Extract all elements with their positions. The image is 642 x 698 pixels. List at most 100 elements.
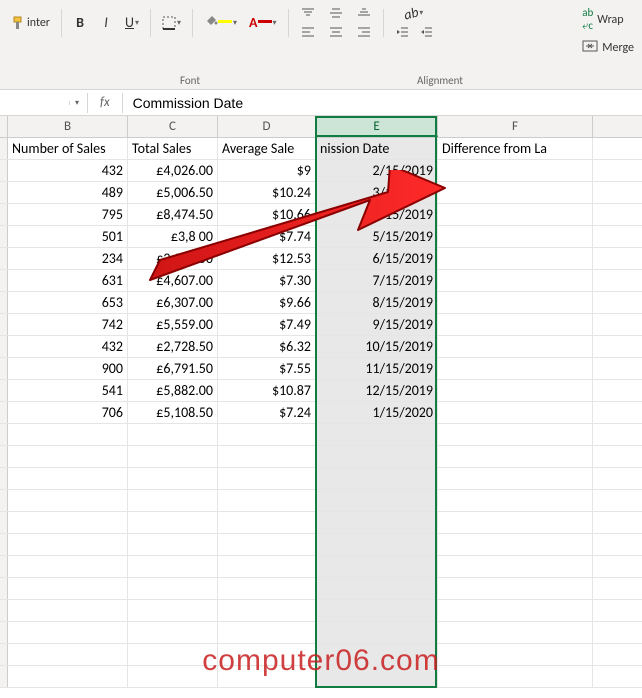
cell[interactable] [438,380,593,401]
cell[interactable]: $7.74 [218,226,316,247]
cell[interactable] [8,600,128,621]
row-header[interactable] [0,490,8,511]
cell[interactable] [438,182,593,203]
row-header[interactable] [0,226,8,247]
cell[interactable] [218,556,316,577]
cell[interactable]: 234 [8,248,128,269]
cell[interactable] [438,204,593,225]
cell[interactable]: 5/15/2019 [316,226,438,247]
cell[interactable] [438,292,593,313]
cell[interactable]: £6,307.00 [128,292,218,313]
cell[interactable]: 432 [8,336,128,357]
cell[interactable] [128,534,218,555]
cell[interactable] [438,622,593,643]
cell[interactable] [128,666,218,687]
cell[interactable] [128,512,218,533]
cell[interactable] [316,512,438,533]
cell[interactable] [316,424,438,445]
cell[interactable]: $6.32 [218,336,316,357]
cell[interactable] [8,446,128,467]
increase-indent-button[interactable] [414,23,438,41]
cell[interactable] [438,534,593,555]
cell[interactable] [8,534,128,555]
cell[interactable]: nission Date [316,138,438,159]
name-box[interactable] [0,101,70,105]
orientation-button[interactable]: ab▾ [390,4,438,22]
cell[interactable] [316,446,438,467]
cell[interactable] [438,512,593,533]
cell[interactable] [316,578,438,599]
cell[interactable] [128,622,218,643]
bold-button[interactable]: B [68,11,92,35]
cell[interactable] [128,600,218,621]
cell[interactable]: $7.49 [218,314,316,335]
cell[interactable]: Average Sale [218,138,316,159]
row-header[interactable] [0,358,8,379]
cell[interactable] [438,468,593,489]
cell[interactable]: $7.24 [218,402,316,423]
column-header-B[interactable]: B [8,116,128,137]
cell[interactable]: Total Sales [128,138,218,159]
format-painter-button[interactable]: inter [6,11,55,35]
cell[interactable] [128,446,218,467]
cell[interactable] [438,490,593,511]
cell[interactable] [438,578,593,599]
cell[interactable] [218,424,316,445]
cell[interactable]: $10.87 [218,380,316,401]
cell[interactable] [218,534,316,555]
cell[interactable] [316,534,438,555]
cell[interactable] [316,490,438,511]
cell[interactable] [438,666,593,687]
cell[interactable]: £4,607.00 [128,270,218,291]
cell[interactable]: 12/15/2019 [316,380,438,401]
cell[interactable] [8,424,128,445]
row-header[interactable] [0,424,8,445]
row-header[interactable] [0,314,8,335]
cell[interactable]: 795 [8,204,128,225]
cell[interactable]: 501 [8,226,128,247]
align-right-button[interactable] [351,23,377,41]
cell[interactable]: $10.66 [218,204,316,225]
cell[interactable]: 6/15/2019 [316,248,438,269]
row-header[interactable] [0,248,8,269]
cell[interactable] [128,468,218,489]
cell[interactable] [438,248,593,269]
row-header[interactable] [0,270,8,291]
cell[interactable] [128,644,218,665]
cell[interactable]: £5,006.50 [128,182,218,203]
cell[interactable] [218,468,316,489]
underline-button[interactable]: U▾ [120,11,144,35]
cell[interactable] [8,490,128,511]
cell[interactable]: $9 [218,160,316,181]
cell[interactable]: 489 [8,182,128,203]
align-left-button[interactable] [295,23,321,41]
cell[interactable] [438,314,593,335]
row-header[interactable] [0,402,8,423]
cell[interactable]: 9/15/2019 [316,314,438,335]
cell[interactable] [316,666,438,687]
merge-center-button[interactable]: Merge [578,38,638,58]
border-button[interactable]: ▾ [157,11,186,35]
row-header[interactable] [0,578,8,599]
cell[interactable] [8,666,128,687]
font-color-button[interactable]: A ▾ [244,11,282,35]
cell[interactable]: 900 [8,358,128,379]
cell[interactable] [128,424,218,445]
cell[interactable] [218,446,316,467]
cell[interactable]: 2/15/2019 [316,160,438,181]
cell[interactable] [128,556,218,577]
cell[interactable] [438,446,593,467]
cell[interactable] [438,644,593,665]
cell[interactable]: £2,932.50 [128,248,218,269]
cell[interactable]: £5,559.00 [128,314,218,335]
cell[interactable] [316,622,438,643]
row-header[interactable] [0,204,8,225]
row-header[interactable] [0,600,8,621]
cell[interactable]: 653 [8,292,128,313]
row-header[interactable] [0,512,8,533]
cell[interactable]: 4/15/2019 [316,204,438,225]
cell[interactable] [8,644,128,665]
cell[interactable]: £3,8 00 [128,226,218,247]
cell[interactable] [8,512,128,533]
cell[interactable]: 742 [8,314,128,335]
